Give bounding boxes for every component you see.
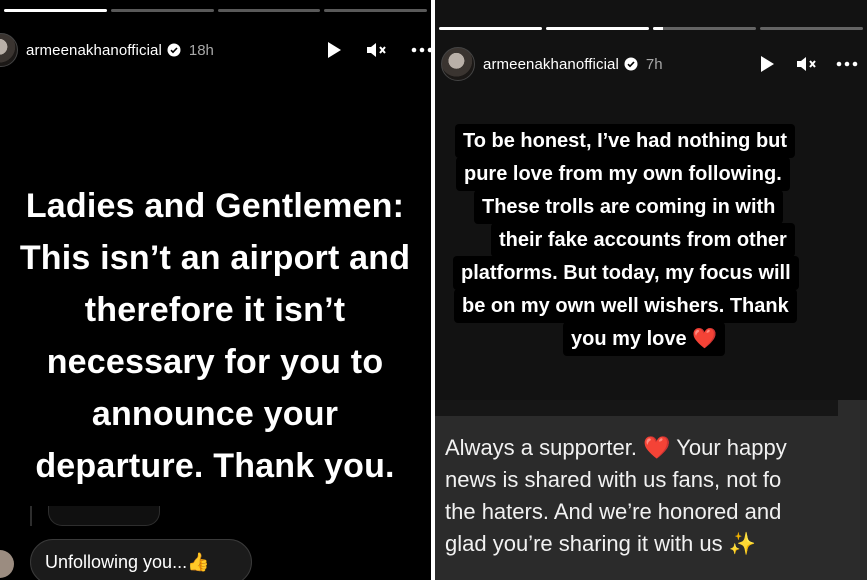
- username[interactable]: armeenakhanofficial: [483, 56, 619, 73]
- reply-avatar: [0, 550, 14, 578]
- story-message: Ladies and Gentlemen: This isn’t an airp…: [0, 180, 431, 492]
- quote-line: be on my own well wishers. Thank: [454, 289, 797, 323]
- story-right: armeenakhanofficial 7h To be honest, I’v…: [435, 0, 867, 580]
- mute-icon[interactable]: [795, 52, 819, 76]
- quote-line: These trolls are coming in with: [474, 190, 784, 224]
- progress-segment: [439, 27, 542, 30]
- progress-segment: [760, 27, 863, 30]
- reply-bubble[interactable]: Unfollowing you...👍: [30, 539, 252, 580]
- play-icon[interactable]: [755, 52, 779, 76]
- more-icon[interactable]: [835, 52, 859, 76]
- reply-text: Unfollowing you...👍: [45, 551, 210, 572]
- progress-segment: [324, 9, 427, 12]
- progress-segment: [110, 9, 214, 12]
- username[interactable]: armeenakhanofficial: [26, 42, 162, 59]
- message-line: announce your: [91, 395, 339, 433]
- timestamp: 18h: [188, 41, 214, 59]
- quote-line: their fake accounts from other: [491, 223, 795, 257]
- fan-line: glad you’re sharing it with us ✨: [445, 531, 757, 556]
- progress-segment: [546, 27, 649, 30]
- fan-line: news is shared with us fans, not fo: [445, 467, 782, 492]
- quote-line: you my love ❤️: [563, 322, 726, 356]
- verified-icon: [624, 57, 638, 71]
- progress-segment: [653, 27, 756, 30]
- fan-card-edge: [435, 400, 838, 416]
- fan-line: the haters. And we’re honored and: [445, 499, 782, 524]
- more-icon[interactable]: [410, 38, 431, 62]
- progress-segment: [217, 9, 321, 12]
- quote-line: To be honest, I’ve had nothing but: [455, 124, 796, 158]
- fan-comment: Always a supporter. ❤️ Your happy news i…: [445, 432, 867, 560]
- previous-reply-bubble: [48, 506, 160, 526]
- quote-line: pure love from my own following.: [456, 157, 790, 191]
- message-line: This isn’t an airport and: [19, 239, 411, 277]
- play-icon[interactable]: [322, 38, 346, 62]
- progress-bar: [435, 27, 867, 30]
- divider: [30, 506, 32, 526]
- verified-icon: [167, 43, 181, 57]
- progress-segment: [4, 9, 107, 12]
- message-line: Ladies and Gentlemen:: [25, 187, 405, 225]
- quote-line: platforms. But today, my focus will: [453, 256, 799, 290]
- message-line: therefore it isn’t: [84, 291, 346, 329]
- message-line: departure. Thank you.: [35, 447, 395, 485]
- fan-line: Always a supporter. ❤️ Your happy: [445, 435, 787, 460]
- timestamp: 7h: [645, 55, 663, 73]
- story-left: armeenakhanofficial 18h Ladies and Gentl…: [0, 0, 431, 580]
- message-line: necessary for you to: [46, 343, 384, 381]
- story-quote: To be honest, I’ve had nothing but pure …: [453, 124, 857, 356]
- mute-icon[interactable]: [365, 38, 389, 62]
- progress-bar: [0, 9, 431, 12]
- avatar[interactable]: [0, 33, 18, 67]
- avatar[interactable]: [441, 47, 475, 81]
